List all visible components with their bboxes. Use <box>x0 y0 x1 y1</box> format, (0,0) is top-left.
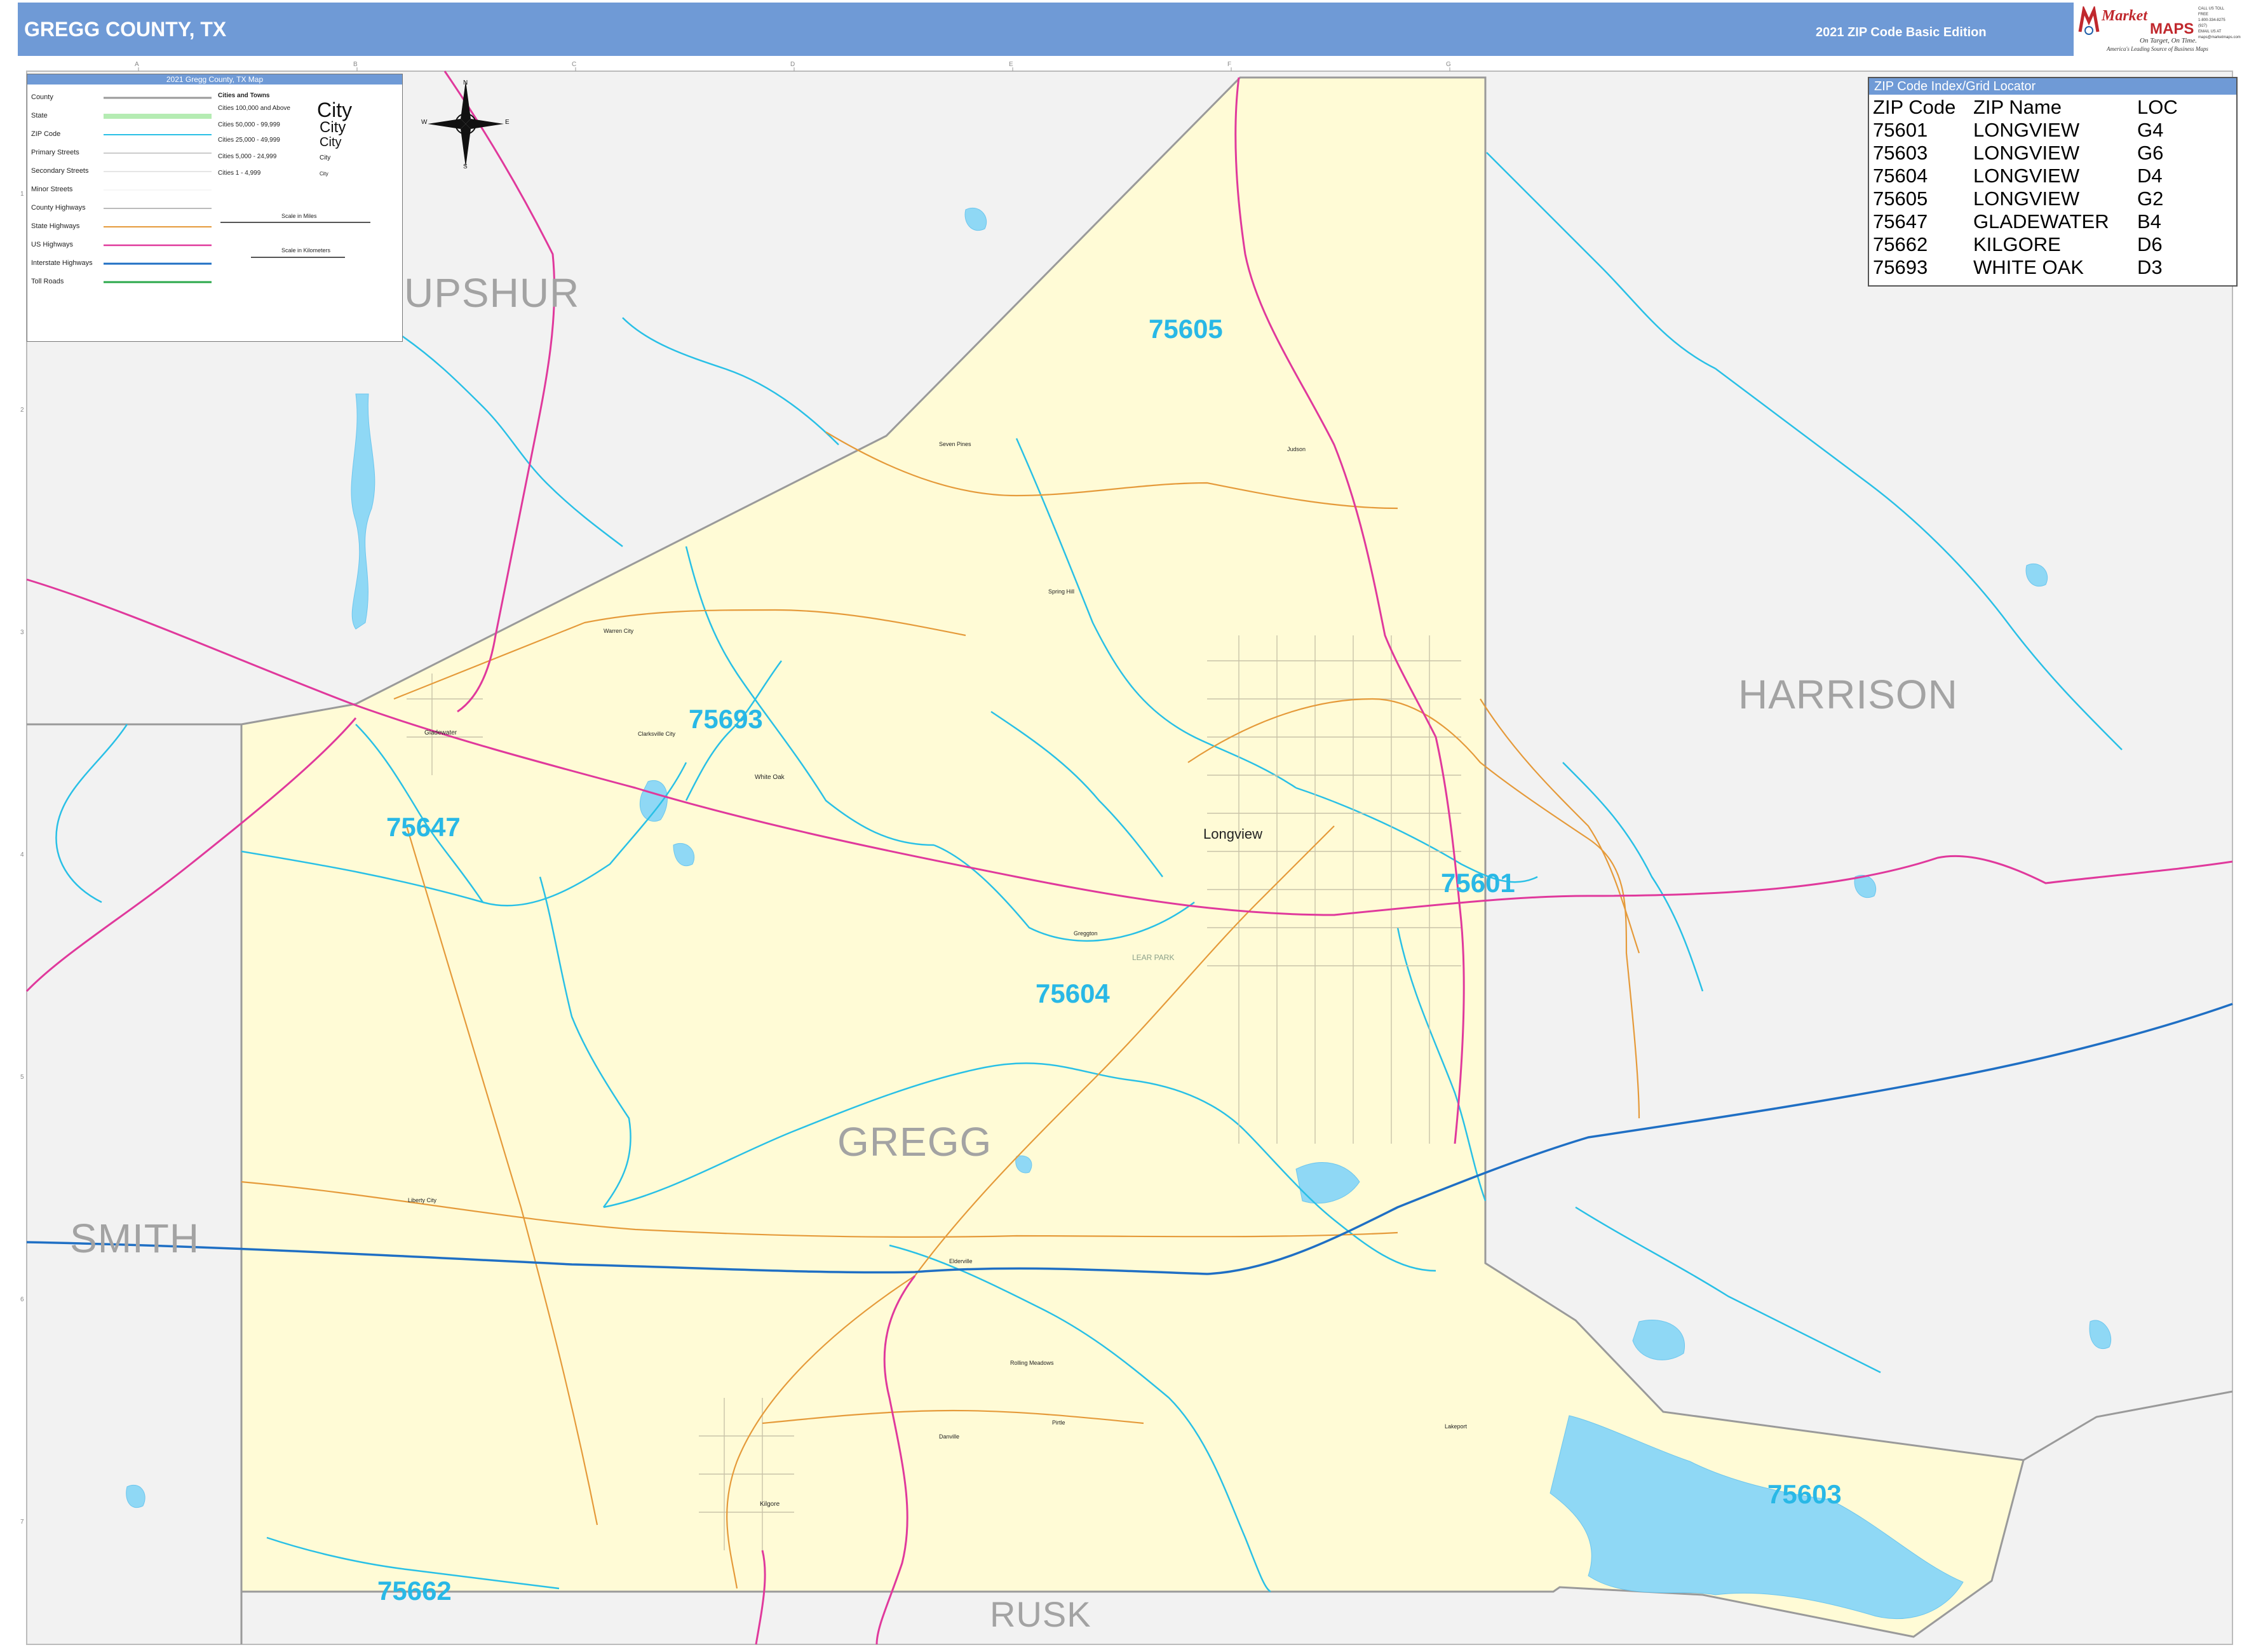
logo-target-icon <box>2078 6 2100 35</box>
grid-row-1: 1 <box>20 191 24 198</box>
zip-label-75605: 75605 <box>1149 314 1223 344</box>
map-title: GREGG COUNTY, TX <box>24 18 227 41</box>
zip-label-75603: 75603 <box>1767 1479 1842 1509</box>
city-label-clarksville-city: Clarksville City <box>638 731 676 737</box>
legend-city-size-3: Cities 25,000 - 49,999 <box>218 137 280 144</box>
compass-s: S <box>463 163 468 170</box>
table-row: 75647 GLADEWATER B4 <box>1873 210 2161 233</box>
city-label-lakeport: Lakeport <box>1445 1423 1468 1430</box>
grid-row-7: 7 <box>20 1519 24 1526</box>
city-label-elderville: Elderville <box>949 1258 973 1264</box>
grid-row-6: 6 <box>20 1296 24 1303</box>
zip-index-header-row: ZIP Code ZIP Name LOC <box>1870 96 2180 119</box>
zip-label-75693: 75693 <box>689 704 763 734</box>
legend-city-size-5: Cities 1 - 4,999 <box>218 170 261 177</box>
zip-label-75604: 75604 <box>1036 978 1110 1008</box>
table-row: 75662 KILGORE D6 <box>1873 233 2163 255</box>
compass-w: W <box>421 119 428 126</box>
grid-row-2: 2 <box>20 407 24 414</box>
grid-col-e: E <box>1009 61 1013 68</box>
city-label-gladewater: Gladewater <box>424 729 457 736</box>
city-label-white-oak: White Oak <box>755 774 785 781</box>
city-label-spring-hill: Spring Hill <box>1048 588 1075 595</box>
city-label-longview: Longview <box>1203 826 1262 842</box>
legend-city-sample-4: City <box>320 154 331 161</box>
city-label-liberty-city: Liberty City <box>408 1197 437 1203</box>
table-row: 75604 LONGVIEW D4 <box>1873 165 2163 187</box>
grid-col-c: C <box>572 61 577 68</box>
logo-tagline: On Target, On Time. <box>2140 37 2197 44</box>
city-label-danville: Danville <box>939 1433 960 1440</box>
grid-col-d: D <box>790 61 795 68</box>
city-label-greggton: Greggton <box>1074 930 1098 937</box>
logo-brand-market: Market <box>2102 8 2147 24</box>
compass-rose-icon <box>428 81 504 167</box>
zip-label-75662: 75662 <box>377 1576 452 1606</box>
city-label-kilgore: Kilgore <box>760 1501 780 1508</box>
zip-index-title: ZIP Code Index/Grid Locator <box>1869 78 2236 95</box>
header-bar: GREGG COUNTY, TX 2021 ZIP Code Basic Edi… <box>18 3 2241 56</box>
grid-row-3: 3 <box>20 629 24 636</box>
grid-row-4: 4 <box>20 851 24 858</box>
grid-row-5: 5 <box>20 1074 24 1081</box>
zip-index-table: ZIP Code Index/Grid Locator ZIP Code ZIP… <box>1868 77 2238 287</box>
zip-col-header: ZIP Code <box>1873 96 1956 118</box>
county-label-harrison: HARRISON <box>1738 672 1958 717</box>
map-legend: 2021 Gregg County, TX Map County State Z… <box>27 74 510 342</box>
legend-cities-header: Cities and Towns <box>218 92 270 99</box>
table-row: 75603 LONGVIEW G6 <box>1873 142 2164 164</box>
grid-col-a: A <box>135 61 139 68</box>
legend-city-size-2: Cities 50,000 - 99,999 <box>218 121 280 128</box>
legend-city-sample-3: City <box>320 135 342 149</box>
legend-city-sample-2: City <box>320 119 346 136</box>
city-label-lear-park: LEAR PARK <box>1132 953 1175 962</box>
legend-scale-km: Scale in Kilometers <box>281 247 331 254</box>
logo-brand-maps: MAPS <box>2150 20 2194 37</box>
city-label-rolling-meadows: Rolling Meadows <box>1010 1360 1054 1366</box>
table-row: 75693 WHITE OAK D3 <box>1873 256 2163 278</box>
county-label-gregg: GREGG <box>837 1119 992 1165</box>
loc-col-header: LOC <box>2137 96 2178 118</box>
legend-scale-miles: Scale in Miles <box>281 213 317 219</box>
logo-contact: CALL US TOLL FREE 1-800-334-8275 (927) E… <box>2198 7 2241 39</box>
zip-label-75601: 75601 <box>1441 868 1515 898</box>
county-label-rusk: RUSK <box>990 1594 1091 1634</box>
city-label-warren-city: Warren City <box>604 628 634 634</box>
legend-city-size-4: Cities 5,000 - 24,999 <box>218 153 277 160</box>
county-label-upshur: UPSHUR <box>404 270 580 316</box>
city-label-pirtle: Pirtle <box>1052 1419 1065 1426</box>
legend-city-sample-5: City <box>320 171 328 177</box>
grid-col-g: G <box>1446 61 1451 68</box>
zip-name-col-header: ZIP Name <box>1973 96 2062 118</box>
legend-city-size-1: Cities 100,000 and Above <box>218 105 290 112</box>
grid-col-b: B <box>353 61 358 68</box>
edition-label: 2021 ZIP Code Basic Edition <box>1816 25 1987 39</box>
logo-subtagline: America's Leading Source of Business Map… <box>2107 46 2208 52</box>
compass-n: N <box>463 79 468 86</box>
grid-col-f: F <box>1227 61 1232 68</box>
city-label-judson: Judson <box>1287 446 1306 452</box>
county-label-smith: SMITH <box>70 1215 200 1261</box>
zip-label-75647: 75647 <box>386 812 461 842</box>
compass-e: E <box>505 119 510 126</box>
table-row: 75601 LONGVIEW G4 <box>1873 119 2164 141</box>
city-label-seven-pines: Seven Pines <box>939 441 971 447</box>
market-maps-logo: Market MAPS On Target, On Time. America'… <box>2074 3 2241 56</box>
table-row: 75605 LONGVIEW G2 <box>1873 187 2164 210</box>
zip-index-grid: ZIP Code ZIP Name LOC 75601 LONGVIEW G4 75… <box>1870 96 2180 279</box>
